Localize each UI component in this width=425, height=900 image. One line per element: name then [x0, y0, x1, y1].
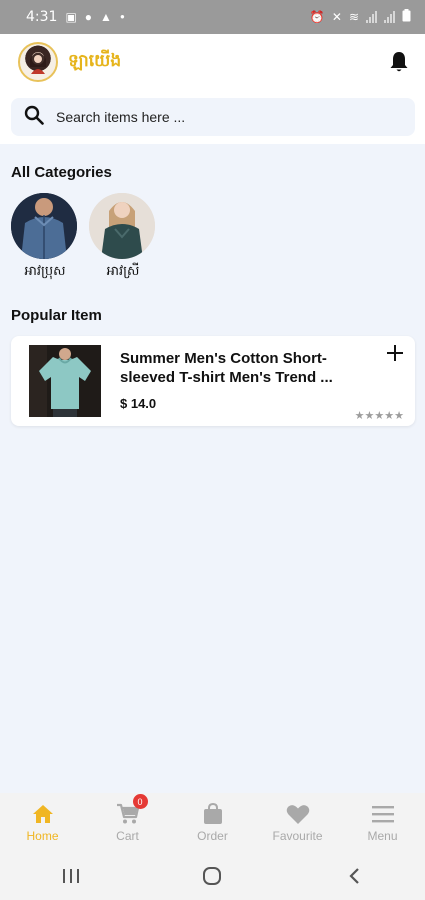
recents-icon[interactable]	[51, 856, 91, 896]
nav-favourite[interactable]: Favourite	[255, 793, 340, 852]
back-icon[interactable]	[334, 856, 374, 896]
category-item-women[interactable]: អាវស្រី	[89, 193, 157, 282]
search-input[interactable]	[56, 109, 376, 125]
shop-logo-icon[interactable]	[18, 42, 58, 82]
star-icon: ★	[374, 410, 385, 422]
nav-cart[interactable]: 0 Cart	[85, 793, 170, 852]
mute-icon: ✕	[331, 10, 342, 24]
men-shirt-thumbnail	[11, 193, 77, 259]
alarm-icon: ⏰	[309, 10, 325, 24]
plus-icon	[387, 345, 403, 361]
product-name: Summer Men's Cotton Short-sleeved T-shir…	[120, 350, 333, 386]
nav-order[interactable]: Order	[170, 793, 255, 852]
warning-icon: ▲	[100, 10, 112, 24]
system-nav	[0, 852, 425, 900]
search-box[interactable]	[11, 98, 415, 136]
category-item-men[interactable]: អាវប្រុស	[11, 193, 79, 282]
popular-title: Popular Item	[11, 307, 102, 324]
menu-icon	[371, 802, 395, 826]
categories-title: All Categories	[11, 164, 112, 181]
cart-badge: 0	[132, 794, 148, 809]
star-icon: ★	[354, 410, 365, 422]
rating-stars: ★★★★★	[355, 409, 404, 422]
add-to-cart-button[interactable]	[387, 342, 403, 366]
product-price: $ 14.0	[120, 396, 157, 411]
home-circle-icon[interactable]	[192, 856, 232, 896]
search-icon	[24, 105, 44, 130]
app-header: ឡាយើង	[0, 34, 425, 90]
women-shirt-thumbnail	[89, 193, 155, 259]
bottom-nav: Home 0 Cart Order Favourite Menu	[0, 793, 425, 852]
battery-icon	[402, 9, 411, 25]
star-icon: ★	[394, 410, 404, 422]
product-card[interactable]: Summer Men's Cotton Short-sleeved T-shir…	[11, 336, 415, 426]
nav-menu[interactable]: Menu	[340, 793, 425, 852]
star-icon: ★	[364, 410, 375, 422]
home-icon	[31, 802, 55, 826]
nav-label: Favourite	[272, 829, 323, 843]
search-area	[0, 90, 425, 144]
heart-icon	[286, 802, 310, 826]
status-bar: 4:31 ▣ ● ▲ ● ⏰ ✕ ≋	[0, 0, 425, 34]
nav-label: Menu	[367, 829, 398, 843]
product-image	[29, 345, 101, 417]
category-label: អាវប្រុស	[24, 264, 66, 279]
signal-icon	[366, 11, 377, 23]
messenger-icon: ●	[84, 10, 93, 24]
nav-label: Cart	[116, 829, 139, 843]
nav-label: Order	[197, 829, 228, 843]
dot-icon: ●	[119, 12, 125, 21]
star-icon: ★	[384, 410, 395, 422]
category-label: អាវស្រី	[106, 264, 140, 279]
bag-icon	[201, 802, 225, 826]
nav-label: Home	[26, 829, 59, 843]
nav-home[interactable]: Home	[0, 793, 85, 852]
bell-icon[interactable]	[387, 50, 411, 74]
brand-name: ឡាយើង	[68, 50, 122, 71]
wifi-icon: ≋	[348, 10, 359, 24]
status-time: 4:31	[26, 9, 58, 25]
signal-icon	[384, 11, 395, 23]
image-icon: ▣	[65, 10, 77, 24]
